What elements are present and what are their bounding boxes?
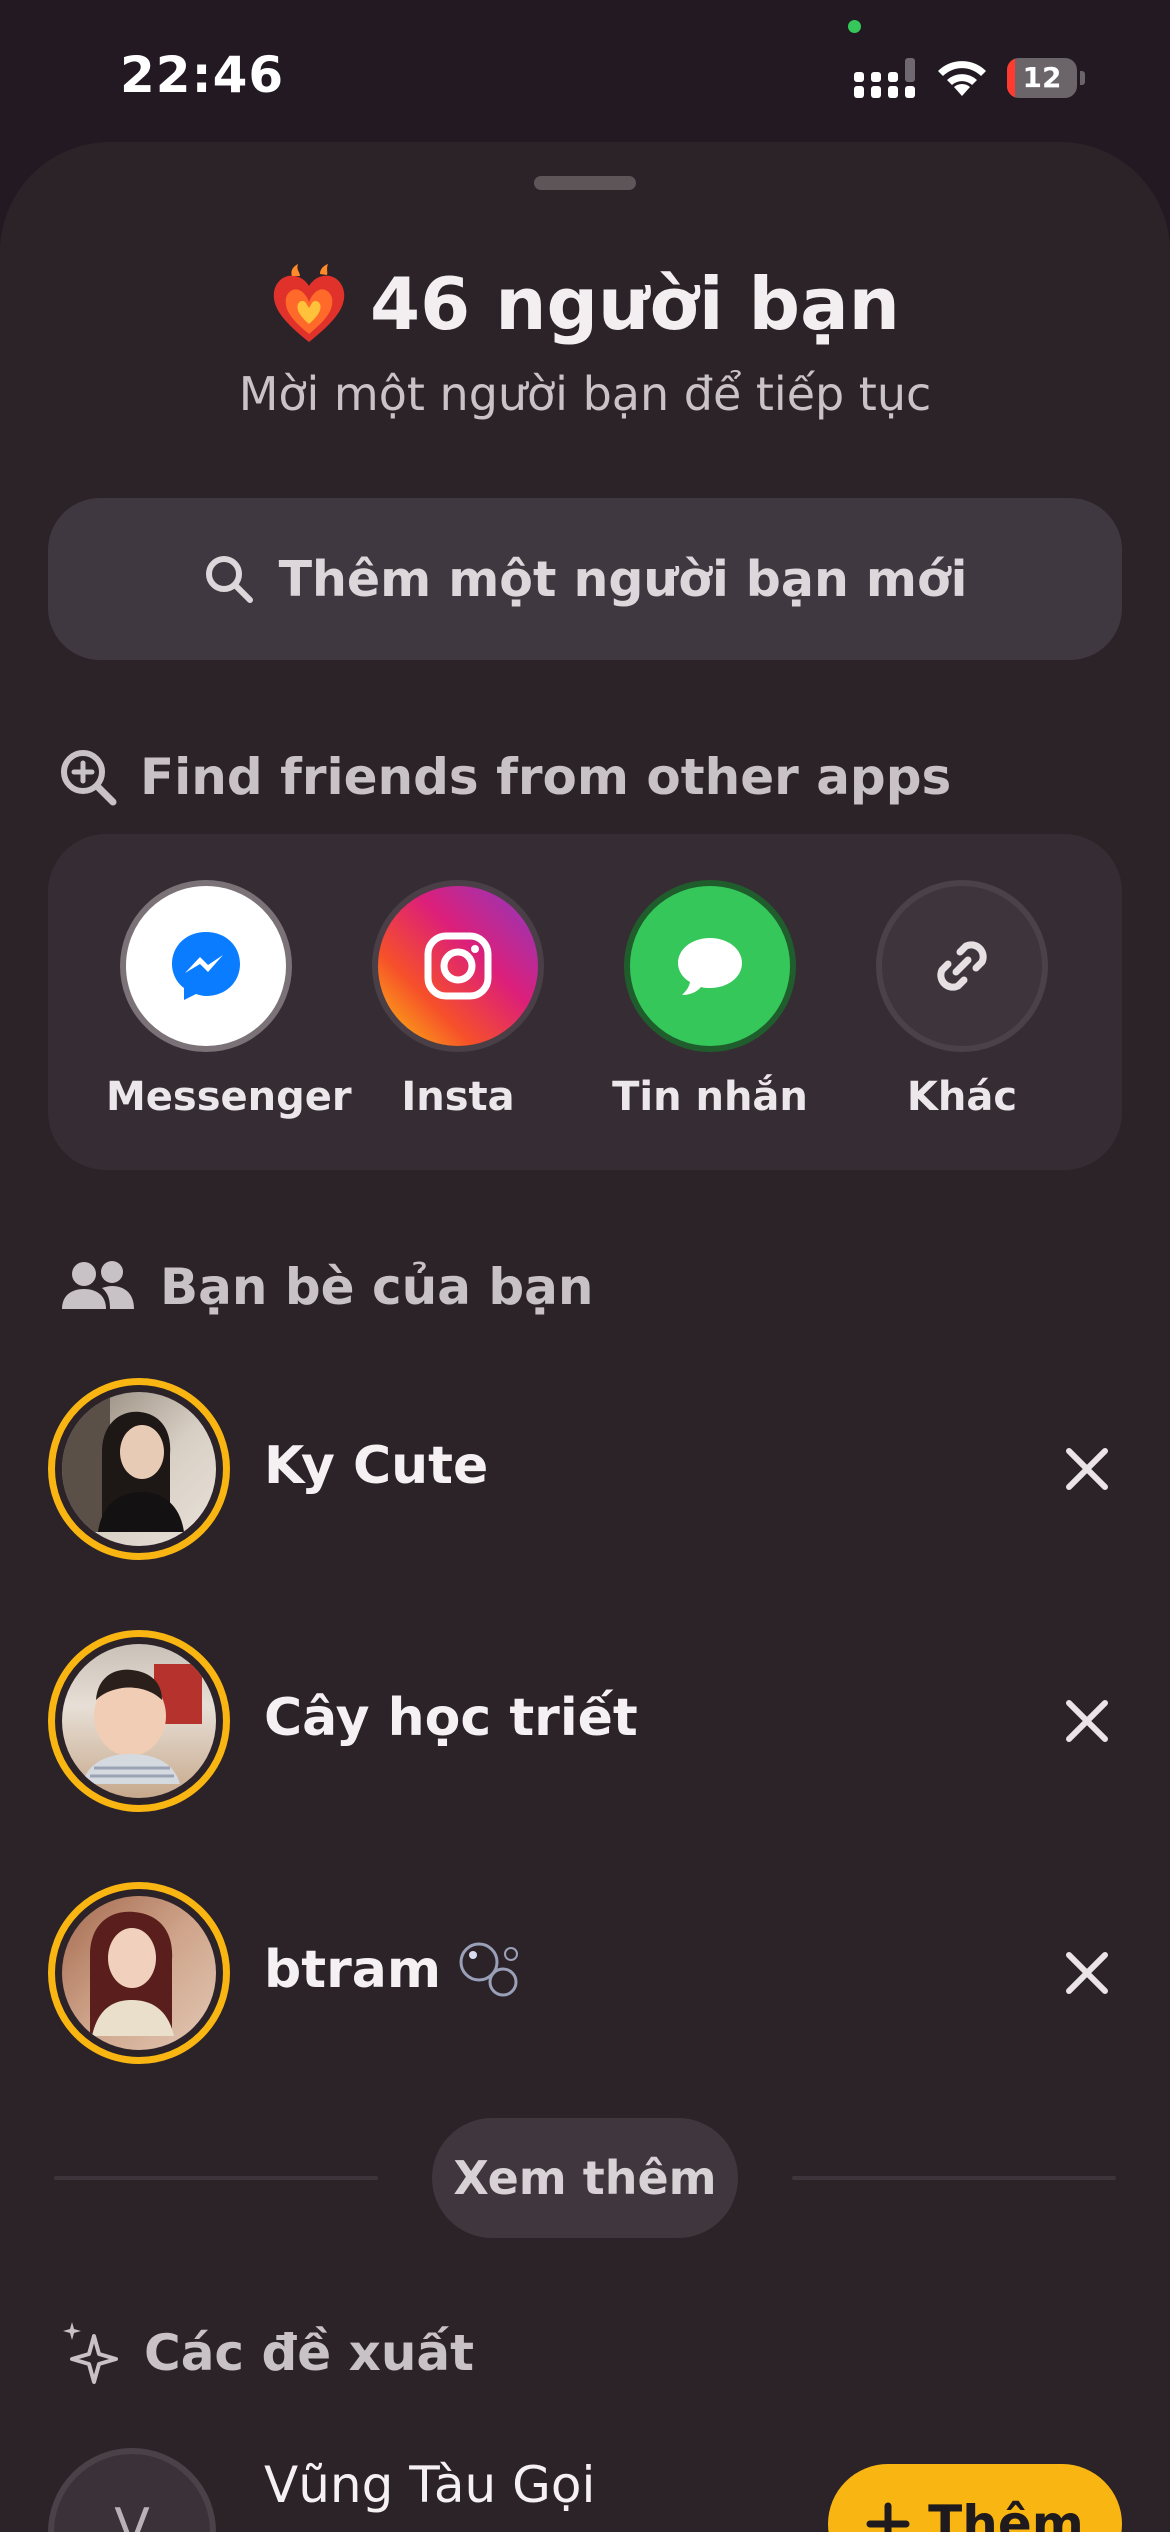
sheet-grabber[interactable] xyxy=(534,176,636,190)
friends-title: Bạn bè của bạn xyxy=(160,1258,594,1316)
messages-label: Tin nhắn xyxy=(612,1074,808,1120)
see-more-button[interactable]: Xem thêm xyxy=(432,2118,738,2238)
suggestions-header: Các đề xuất xyxy=(58,2318,474,2388)
search-placeholder: Thêm một người bạn mới xyxy=(278,550,968,608)
find-friends-title: Find friends from other apps xyxy=(140,748,952,806)
page-subtitle: Mời một người bạn để tiếp tục xyxy=(238,367,932,421)
share-other-button[interactable]: Khác xyxy=(862,880,1062,1140)
share-messenger-button[interactable]: Messenger xyxy=(106,880,352,1140)
status-time: 22:46 xyxy=(120,46,285,104)
cellular-signal-icon xyxy=(854,58,915,98)
messenger-label: Messenger xyxy=(106,1074,352,1120)
instagram-icon xyxy=(424,932,492,1000)
avatar[interactable] xyxy=(48,1378,230,1560)
friend-name: Ky Cute xyxy=(264,1436,489,1496)
suggestion-name: Vũng Tàu Gọi xyxy=(264,2456,596,2514)
add-friend-search[interactable]: Thêm một người bạn mới xyxy=(48,498,1122,660)
remove-friend-button[interactable] xyxy=(1052,1686,1122,1756)
divider-left xyxy=(54,2176,378,2180)
fire-heart-icon xyxy=(273,264,345,342)
people-icon xyxy=(62,1261,134,1309)
title-row: 46 người bạn xyxy=(0,254,1170,354)
close-icon xyxy=(1066,1448,1108,1490)
divider-right xyxy=(792,2176,1116,2180)
page-title: 46 người bạn xyxy=(370,262,900,346)
avatar-photo xyxy=(90,1911,174,2036)
link-icon xyxy=(937,941,987,991)
share-instagram-button[interactable]: Insta xyxy=(358,880,558,1140)
friend-row[interactable]: btram xyxy=(48,1882,1122,2064)
other-label: Khác xyxy=(906,1074,1018,1120)
search-icon xyxy=(205,556,253,603)
add-button-label: Thêm xyxy=(928,2495,1084,2532)
avatar-photo xyxy=(82,1664,202,1784)
share-messages-button[interactable]: Tin nhắn xyxy=(610,880,810,1140)
share-apps-card: Messenger Insta Tin nhắn Khác xyxy=(48,834,1122,1170)
sparkles-icon xyxy=(63,2322,118,2384)
search-plus-icon xyxy=(61,750,117,806)
instagram-label: Insta xyxy=(401,1074,515,1120)
close-icon xyxy=(1066,1952,1108,1994)
friend-name: btram xyxy=(264,1940,523,2000)
messages-icon xyxy=(678,938,742,995)
avatar[interactable] xyxy=(48,1630,230,1812)
remove-friend-button[interactable] xyxy=(1052,1938,1122,2008)
status-bar: 22:46 12 xyxy=(0,0,1170,150)
battery-level-text: 12 xyxy=(1022,61,1062,94)
plus-icon xyxy=(866,2502,910,2532)
friend-row[interactable]: Cây học triết xyxy=(48,1630,1122,1812)
close-icon xyxy=(1066,1700,1108,1742)
camera-indicator-dot xyxy=(848,20,861,33)
bubbles-emoji-icon xyxy=(459,1942,518,1997)
avatar[interactable] xyxy=(48,1882,230,2064)
remove-friend-button[interactable] xyxy=(1052,1434,1122,1504)
wifi-icon xyxy=(938,61,986,96)
messenger-icon xyxy=(172,932,240,1000)
friend-row[interactable]: Ky Cute xyxy=(48,1378,1122,1560)
battery-indicator: 12 xyxy=(1007,58,1085,98)
suggestions-title: Các đề xuất xyxy=(144,2324,475,2382)
friends-header: Bạn bè của bạn xyxy=(58,1252,593,1322)
add-suggestion-button[interactable]: Thêm xyxy=(828,2464,1122,2532)
avatar-photo xyxy=(62,1392,184,1532)
find-friends-header: Find friends from other apps xyxy=(58,742,951,812)
friend-name: Cây học triết xyxy=(264,1688,638,1748)
